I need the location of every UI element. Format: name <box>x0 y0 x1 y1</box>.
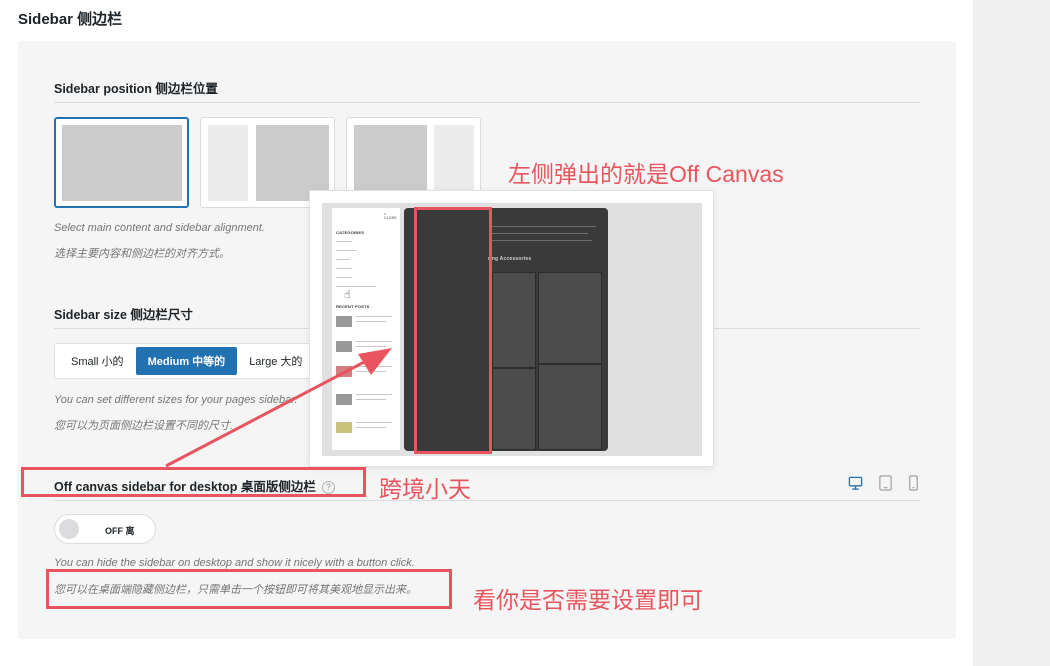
preview-screenshot: ring Accessories × CLOSE CATEGORIES ☝ RE… <box>322 203 702 456</box>
right-side-panel <box>973 0 1050 666</box>
category-item <box>336 241 352 242</box>
sidebar-size-desc-zh: 您可以为页面侧边栏设置不同的尺寸. <box>54 420 234 432</box>
section-title: Sidebar 侧边栏 <box>18 11 123 28</box>
sidebar-position-desc-zh: 选择主要内容和侧边栏的对齐方式。 <box>54 248 230 260</box>
post-title <box>356 341 392 342</box>
annotation-popup-caption: 左侧弹出的就是Off Canvas <box>508 161 784 187</box>
post-title <box>356 394 392 395</box>
size-medium-button[interactable]: Medium 中等的 <box>135 347 238 375</box>
size-small-button[interactable]: Small 小的 <box>59 347 136 375</box>
category-item <box>336 286 376 287</box>
preview-close: × CLOSE <box>384 212 397 220</box>
toggle-state-text: OFF 离 <box>105 526 135 536</box>
post-title <box>356 422 392 423</box>
image-tile <box>492 368 536 450</box>
post-title <box>356 321 386 322</box>
post-thumb <box>336 394 352 405</box>
size-large-button[interactable]: Large 大的 <box>237 347 314 375</box>
category-item <box>336 250 356 251</box>
sidebar-block <box>208 125 248 201</box>
off-canvas-preview-popup: ring Accessories × CLOSE CATEGORIES ☝ RE… <box>309 190 714 467</box>
image-tile <box>538 364 602 450</box>
annotation-box-off-canvas-label <box>21 467 366 497</box>
text-line <box>492 240 592 241</box>
annotation-box-off-canvas-desc <box>46 569 452 609</box>
sidebar-position-desc-en: Select main content and sidebar alignmen… <box>54 222 265 234</box>
annotation-label-caption: 跨境小天 <box>379 476 471 502</box>
mobile-icon[interactable] <box>906 474 921 492</box>
post-title <box>356 399 386 400</box>
image-tile <box>492 272 536 368</box>
sidebar-size-label: Sidebar size 侧边栏尺寸 <box>54 308 193 322</box>
annotation-box-preview-panel <box>414 207 492 454</box>
post-thumb <box>336 316 352 327</box>
post-thumb <box>336 341 352 352</box>
category-item <box>336 268 352 269</box>
post-thumb <box>336 366 352 377</box>
sidebar-size-desc-en: You can set different sizes for your pag… <box>54 394 298 406</box>
hand-cursor-icon: ☝ <box>344 289 351 301</box>
preview-recent-head: RECENT POSTS <box>336 304 370 309</box>
preview-off-canvas-panel: × CLOSE CATEGORIES ☝ RECENT POSTS <box>332 208 400 450</box>
text-line <box>492 233 588 234</box>
category-item <box>336 277 352 278</box>
image-tile <box>538 272 602 364</box>
sidebar-position-label: Sidebar position 侧边栏位置 <box>54 82 218 96</box>
post-title <box>356 316 392 317</box>
post-thumb <box>336 422 352 433</box>
category-item <box>336 259 350 260</box>
divider <box>54 102 920 103</box>
off-canvas-toggle[interactable]: OFF 离 <box>54 514 156 544</box>
text-line <box>492 226 596 227</box>
divider <box>54 500 920 501</box>
preview-categories-head: CATEGORIES <box>336 230 365 235</box>
tablet-icon[interactable] <box>878 474 893 492</box>
sidebar-option-no-sidebar[interactable] <box>54 117 189 208</box>
post-title <box>356 427 386 428</box>
post-title <box>356 346 386 347</box>
toggle-knob <box>59 519 79 539</box>
post-title <box>356 366 392 367</box>
post-title <box>356 371 386 372</box>
off-canvas-desc-en: You can hide the sidebar on desktop and … <box>54 557 415 569</box>
desktop-icon[interactable] <box>848 474 863 492</box>
sidebar-size-selector: Small 小的 Medium 中等的 Large 大的 <box>54 343 324 379</box>
content-block <box>62 125 182 201</box>
preview-main-heading: ring Accessories <box>488 256 532 262</box>
annotation-desc-caption: 看你是否需要设置即可 <box>473 587 703 613</box>
